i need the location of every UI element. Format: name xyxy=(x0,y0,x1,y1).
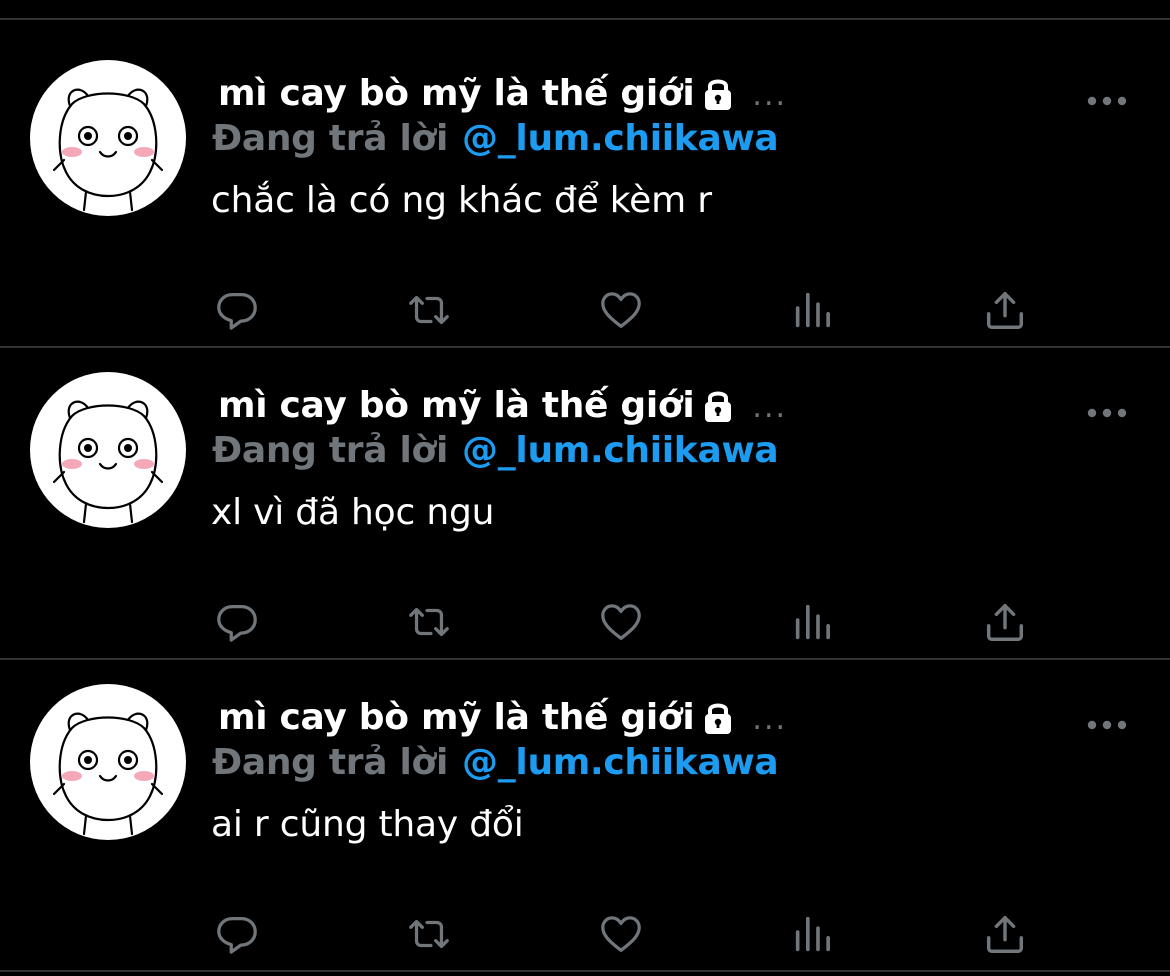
reply-context: Đang trả lời @_lum.chiikawa xyxy=(212,113,779,163)
reply-context: Đang trả lời @_lum.chiikawa xyxy=(212,737,779,787)
avatar[interactable] xyxy=(30,684,186,840)
reply-handle-link[interactable]: @_lum.chiikawa xyxy=(462,742,779,783)
reply-context: Đang trả lời @_lum.chiikawa xyxy=(212,425,779,475)
reply-icon xyxy=(217,917,257,954)
reply-handle-link[interactable]: @_lum.chiikawa xyxy=(462,430,779,471)
author-name-row: mì cay bò mỹ là thế giới ... xyxy=(218,692,787,742)
share-button[interactable] xyxy=(980,909,1030,959)
tweet-text: ai r cũng thay đổi xyxy=(211,804,524,845)
more-icon xyxy=(1087,96,1127,106)
analytics-icon xyxy=(795,916,830,952)
avatar[interactable] xyxy=(30,60,186,216)
share-icon xyxy=(986,915,1024,953)
tweet[interactable]: mì cay bò mỹ là thế giới ... Đang trả lờ… xyxy=(0,325,1170,642)
tweet[interactable]: mì cay bò mỹ là thế giới ... Đang trả lờ… xyxy=(0,13,1170,330)
more-button[interactable] xyxy=(1086,87,1128,115)
retweet-icon xyxy=(409,919,449,949)
author-name-row: mì cay bò mỹ là thế giới ... xyxy=(218,380,787,430)
name-truncation: ... xyxy=(752,389,788,425)
tweet-text: chắc là có ng khác để kèm r xyxy=(211,180,712,221)
more-icon xyxy=(1087,720,1127,730)
tweet-divider xyxy=(0,970,1170,972)
reply-label: Đang trả lời xyxy=(212,741,448,783)
tweet-actions xyxy=(0,909,1170,959)
chiikawa-avatar-icon xyxy=(52,400,164,524)
more-button[interactable] xyxy=(1086,711,1128,739)
views-button[interactable] xyxy=(788,909,838,959)
lock-icon xyxy=(698,697,738,737)
reply-label: Đang trả lời xyxy=(212,429,448,471)
avatar[interactable] xyxy=(30,372,186,528)
author-display-name[interactable]: mì cay bò mỹ là thế giới xyxy=(218,697,695,738)
reply-handle-link[interactable]: @_lum.chiikawa xyxy=(462,118,779,159)
reply-button[interactable] xyxy=(212,909,262,959)
tweet-text: xl vì đã học ngu xyxy=(211,492,495,533)
lock-icon xyxy=(698,73,738,113)
chiikawa-avatar-icon xyxy=(52,712,164,836)
name-truncation: ... xyxy=(752,701,788,737)
lock-icon xyxy=(698,385,738,425)
heart-icon xyxy=(601,916,641,952)
name-truncation: ... xyxy=(752,77,788,113)
more-button[interactable] xyxy=(1086,399,1128,427)
reply-label: Đang trả lời xyxy=(212,117,448,159)
more-icon xyxy=(1087,408,1127,418)
author-name-row: mì cay bò mỹ là thế giới ... xyxy=(218,68,787,118)
author-display-name[interactable]: mì cay bò mỹ là thế giới xyxy=(218,385,695,426)
retweet-button[interactable] xyxy=(404,909,454,959)
tweet[interactable]: mì cay bò mỹ là thế giới ... Đang trả lờ… xyxy=(0,637,1170,954)
author-display-name[interactable]: mì cay bò mỹ là thế giới xyxy=(218,73,695,114)
chiikawa-avatar-icon xyxy=(52,88,164,212)
like-button[interactable] xyxy=(596,909,646,959)
